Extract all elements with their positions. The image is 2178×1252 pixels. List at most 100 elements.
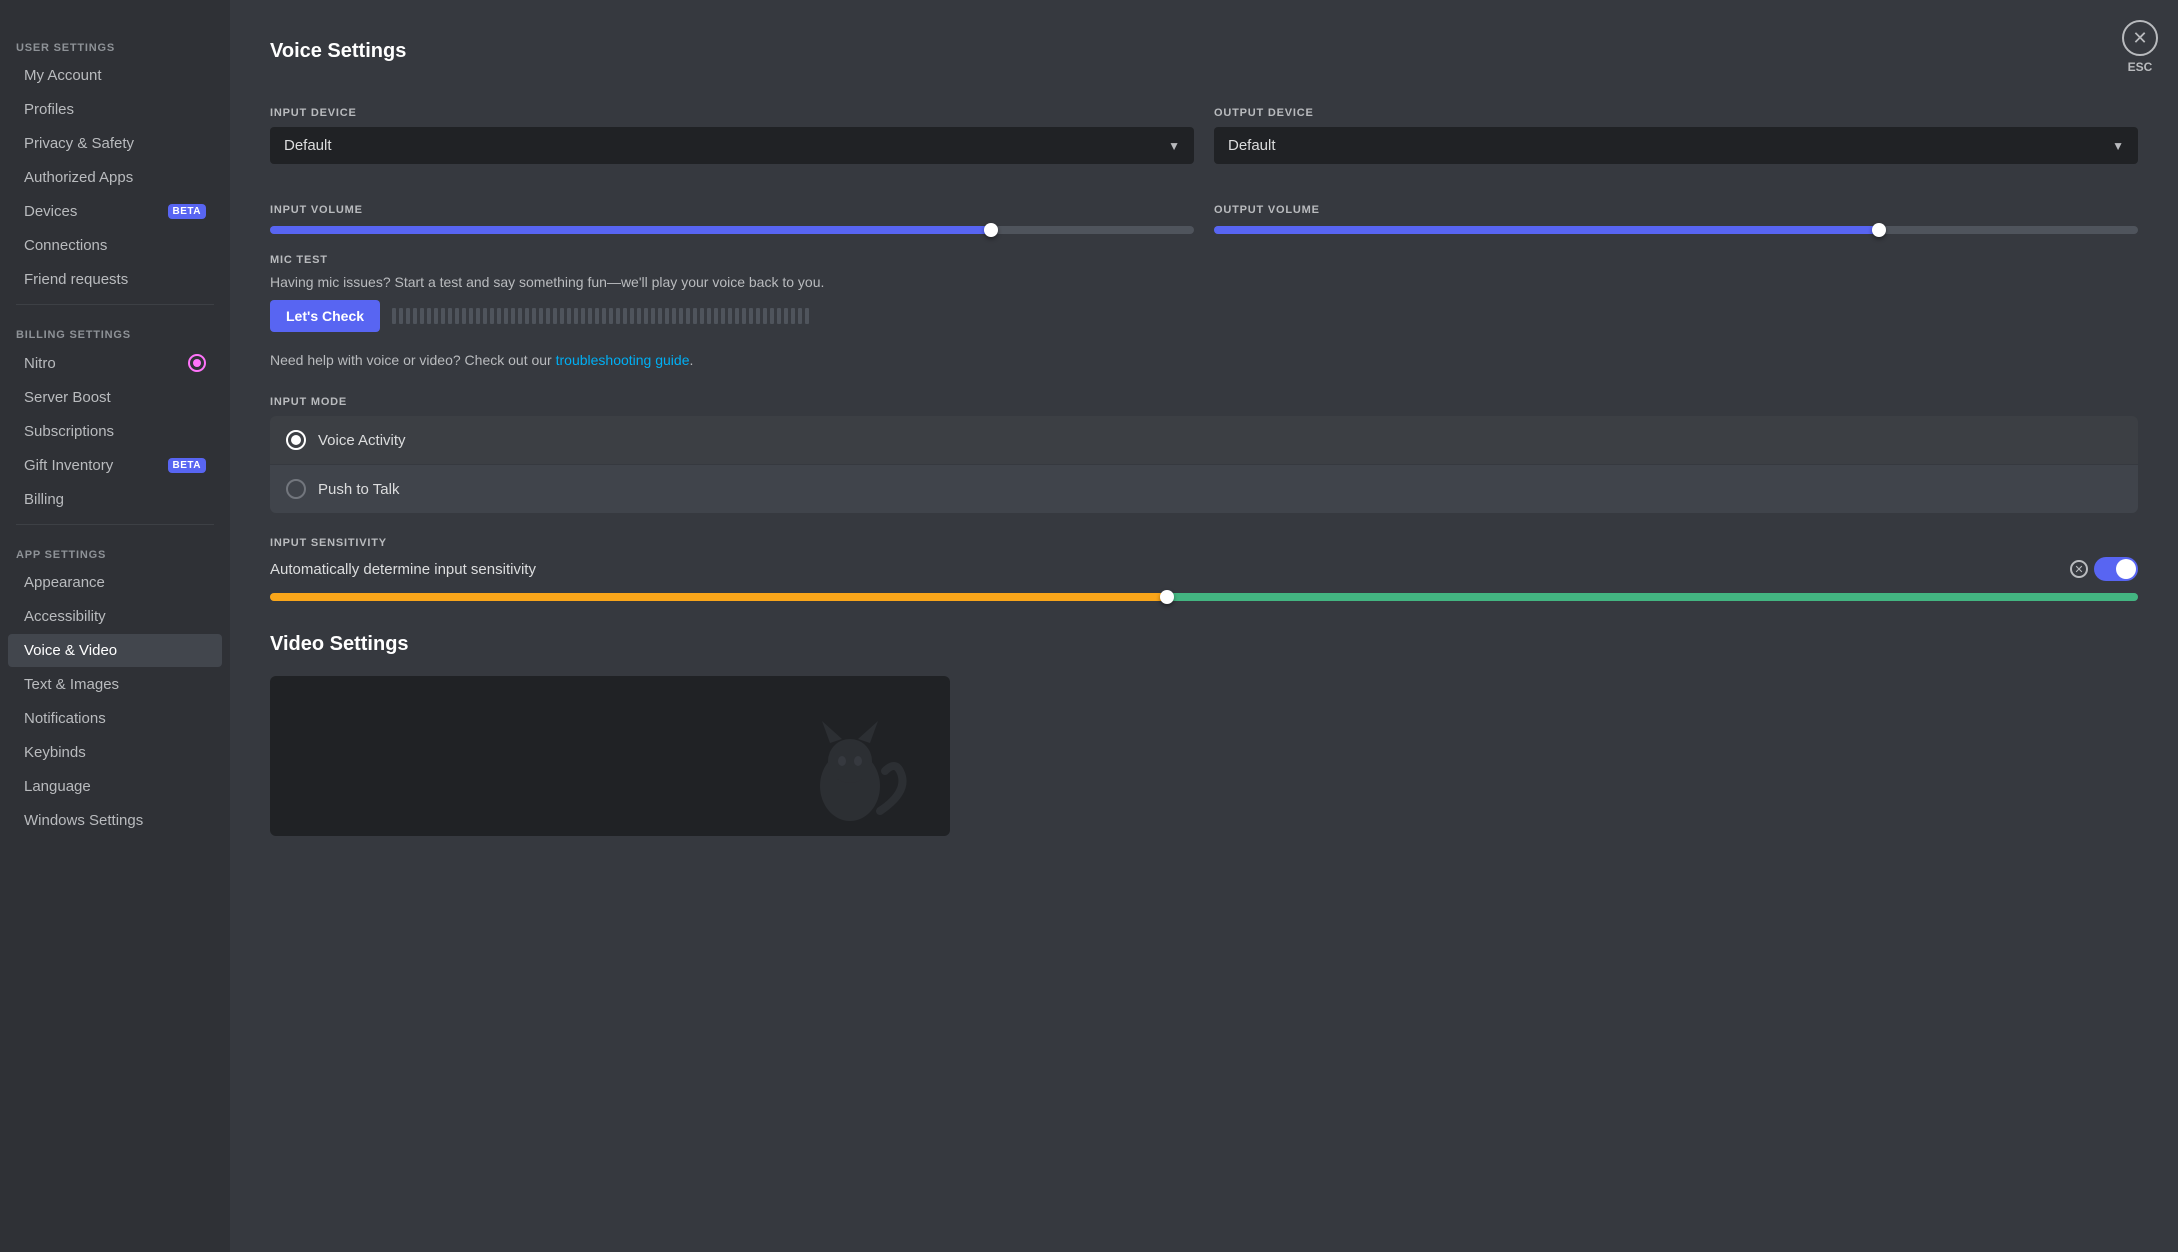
- sidebar-item-server-boost[interactable]: Server Boost: [8, 381, 222, 414]
- mic-bar: [567, 308, 571, 324]
- mic-bar: [532, 308, 536, 324]
- mic-bar: [511, 308, 515, 324]
- mic-bar: [791, 308, 795, 324]
- voice-activity-option[interactable]: Voice Activity: [270, 416, 2138, 465]
- sidebar-item-friend-requests[interactable]: Friend requests: [8, 263, 222, 296]
- mic-bar: [609, 308, 613, 324]
- sidebar-item-my-account[interactable]: My Account: [8, 59, 222, 92]
- output-volume-label: OUTPUT VOLUME: [1214, 204, 2138, 216]
- input-volume-group: INPUT VOLUME: [270, 184, 1194, 234]
- mic-bar: [686, 308, 690, 324]
- mic-test-desc: Having mic issues? Start a test and say …: [270, 274, 2138, 290]
- mic-bar: [805, 308, 809, 324]
- mic-bar: [595, 308, 599, 324]
- sidebar-item-connections[interactable]: Connections: [8, 229, 222, 262]
- user-settings-label: USER SETTINGS: [0, 26, 230, 58]
- mic-bar: [455, 308, 459, 324]
- radio-inner-dot: [291, 435, 301, 445]
- output-device-dropdown[interactable]: Default ▼: [1214, 127, 2138, 164]
- mic-bar: [728, 308, 732, 324]
- mic-bar: [553, 308, 557, 324]
- input-volume-slider[interactable]: [270, 226, 1194, 234]
- sensitivity-toggle-knob: [2116, 559, 2136, 579]
- sidebar-item-accessibility[interactable]: Accessibility: [8, 600, 222, 633]
- mic-bar: [777, 308, 781, 324]
- output-device-label: OUTPUT DEVICE: [1214, 107, 2138, 119]
- mic-bar: [693, 308, 697, 324]
- voice-activity-radio: [286, 430, 306, 450]
- mic-bar: [497, 308, 501, 324]
- mic-bar: [672, 308, 676, 324]
- mic-bar: [798, 308, 802, 324]
- mic-bar: [588, 308, 592, 324]
- input-sensitivity-label: INPUT SENSITIVITY: [270, 537, 2138, 549]
- mic-bar: [441, 308, 445, 324]
- mic-bar: [707, 308, 711, 324]
- mic-bar: [714, 308, 718, 324]
- sidebar-item-nitro[interactable]: Nitro: [8, 346, 222, 380]
- mic-bar: [399, 308, 403, 324]
- lets-check-button[interactable]: Let's Check: [270, 300, 380, 332]
- sidebar-item-privacy-safety[interactable]: Privacy & Safety: [8, 127, 222, 160]
- mic-meter: [392, 308, 2138, 324]
- mic-bar: [546, 308, 550, 324]
- mic-bar: [665, 308, 669, 324]
- main-content: ✕ ESC Voice Settings INPUT DEVICE Defaul…: [230, 0, 2178, 1252]
- voice-activity-label: Voice Activity: [318, 432, 406, 449]
- mic-bar: [651, 308, 655, 324]
- input-device-group: INPUT DEVICE Default ▼: [270, 87, 1194, 164]
- video-preview: [270, 676, 950, 836]
- output-volume-slider[interactable]: [1214, 226, 2138, 234]
- sidebar-item-authorized-apps[interactable]: Authorized Apps: [8, 161, 222, 194]
- sidebar-item-profiles[interactable]: Profiles: [8, 93, 222, 126]
- sidebar-item-appearance[interactable]: Appearance: [8, 566, 222, 599]
- sidebar-item-gift-inventory[interactable]: Gift Inventory BETA: [8, 449, 222, 482]
- help-text: Need help with voice or video? Check out…: [270, 352, 2138, 368]
- sidebar-item-subscriptions[interactable]: Subscriptions: [8, 415, 222, 448]
- gift-inventory-beta-badge: BETA: [168, 458, 206, 473]
- mic-bar: [504, 308, 508, 324]
- sidebar-item-voice-video[interactable]: Voice & Video: [8, 634, 222, 667]
- close-button[interactable]: ✕ ESC: [2122, 20, 2158, 74]
- sensitivity-slider[interactable]: [270, 593, 2138, 601]
- output-device-group: OUTPUT DEVICE Default ▼: [1214, 87, 2138, 164]
- push-to-talk-radio: [286, 479, 306, 499]
- sidebar-item-text-images[interactable]: Text & Images: [8, 668, 222, 701]
- mic-bar: [630, 308, 634, 324]
- devices-beta-badge: BETA: [168, 204, 206, 219]
- mic-bar: [392, 308, 396, 324]
- mic-bar: [490, 308, 494, 324]
- sidebar-item-language[interactable]: Language: [8, 770, 222, 803]
- mic-bar: [616, 308, 620, 324]
- mic-bar: [560, 308, 564, 324]
- mic-bar: [518, 308, 522, 324]
- mic-bar: [637, 308, 641, 324]
- sensitivity-toggle[interactable]: ✕: [2070, 557, 2138, 581]
- mic-bar: [483, 308, 487, 324]
- sidebar-item-windows-settings[interactable]: Windows Settings: [8, 804, 222, 837]
- mic-bar: [602, 308, 606, 324]
- mic-bar: [448, 308, 452, 324]
- sidebar-item-devices[interactable]: Devices BETA: [8, 195, 222, 228]
- mic-bar: [539, 308, 543, 324]
- billing-settings-label: BILLING SETTINGS: [0, 313, 230, 345]
- sensitivity-toggle-track[interactable]: [2094, 557, 2138, 581]
- mic-test-section: MIC TEST Having mic issues? Start a test…: [270, 254, 2138, 332]
- push-to-talk-option[interactable]: Push to Talk: [270, 465, 2138, 513]
- mic-bar: [462, 308, 466, 324]
- mic-bar: [756, 308, 760, 324]
- sidebar-divider-1: [16, 304, 214, 305]
- sidebar-item-notifications[interactable]: Notifications: [8, 702, 222, 735]
- input-device-dropdown[interactable]: Default ▼: [270, 127, 1194, 164]
- troubleshooting-link[interactable]: troubleshooting guide: [556, 352, 690, 368]
- close-icon: ✕: [2070, 560, 2088, 578]
- mic-bar: [735, 308, 739, 324]
- sidebar-item-billing[interactable]: Billing: [8, 483, 222, 516]
- sidebar-item-keybinds[interactable]: Keybinds: [8, 736, 222, 769]
- page-title: Voice Settings: [270, 40, 2138, 63]
- input-device-value: Default: [284, 137, 332, 154]
- mic-bar: [574, 308, 578, 324]
- push-to-talk-label: Push to Talk: [318, 481, 399, 498]
- mic-bar: [658, 308, 662, 324]
- volume-row: INPUT VOLUME OUTPUT VOLUME: [270, 184, 2138, 234]
